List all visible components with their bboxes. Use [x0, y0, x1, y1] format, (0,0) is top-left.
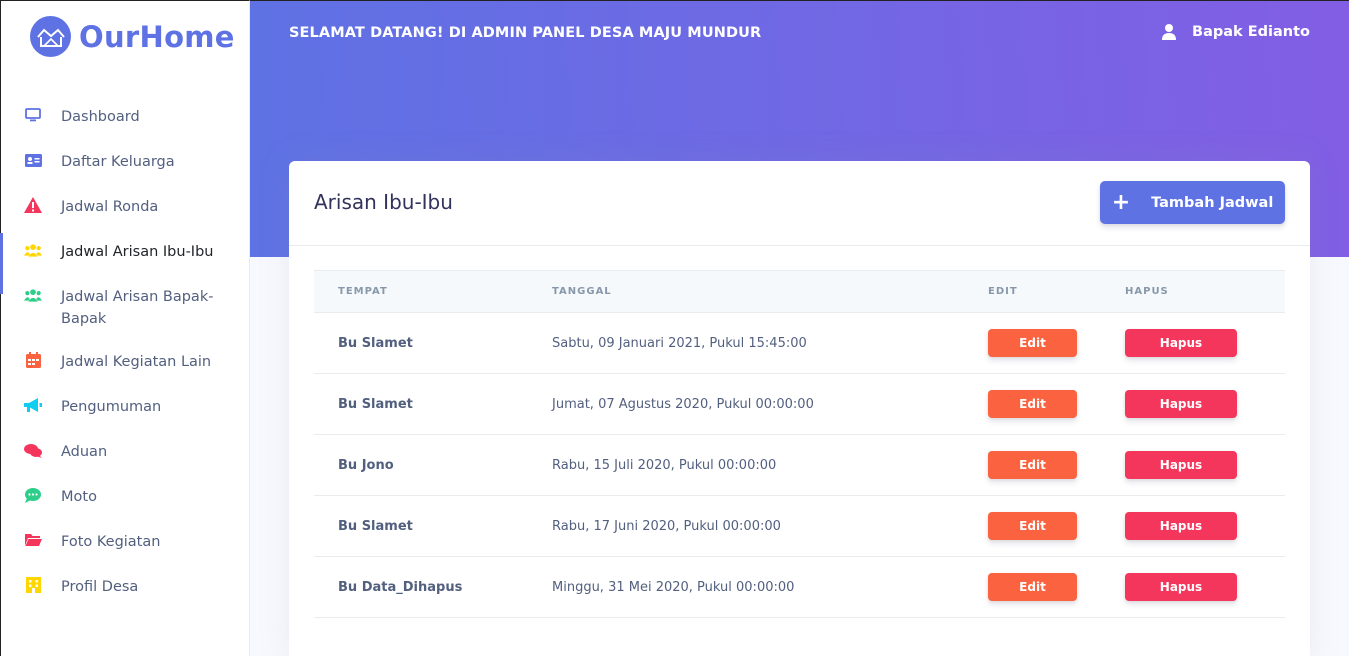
add-schedule-button[interactable]: + Tambah Jadwal	[1100, 181, 1285, 224]
id-card-icon	[24, 151, 42, 169]
users-icon	[24, 286, 42, 304]
user-icon	[1162, 24, 1177, 40]
sidebar: OurHome Dashboard Daftar Keluarga Jadwal…	[0, 0, 250, 656]
sidebar-item-label: Moto	[61, 489, 97, 505]
sidebar-item-label: Jadwal Arisan Bapak-Bapak	[61, 289, 214, 327]
sidebar-item-label: Daftar Keluarga	[61, 154, 175, 170]
sidebar-item-label: Foto Kegiatan	[61, 534, 161, 550]
sidebar-item-dashboard[interactable]: Dashboard	[1, 106, 250, 151]
table-row: Bu Slamet Sabtu, 09 Januari 2021, Pukul …	[314, 312, 1285, 374]
column-header-tanggal: TANGGAL	[552, 270, 988, 313]
users-icon	[24, 241, 42, 259]
monitor-icon	[24, 106, 42, 124]
user-menu[interactable]: Bapak Edianto	[1162, 24, 1310, 40]
cell-place: Bu Data_Dihapus	[314, 556, 552, 618]
cell-place: Bu Slamet	[314, 373, 552, 435]
sidebar-nav: Dashboard Daftar Keluarga Jadwal Ronda J…	[0, 106, 250, 621]
sidebar-item-daftar-keluarga[interactable]: Daftar Keluarga	[1, 151, 250, 196]
sidebar-item-profil-desa[interactable]: Profil Desa	[1, 576, 250, 621]
house-logo-icon	[30, 16, 71, 57]
plus-icon: +	[1111, 189, 1131, 215]
add-schedule-label: Tambah Jadwal	[1151, 194, 1274, 211]
brand-name: OurHome	[79, 19, 235, 54]
sidebar-item-label: Profil Desa	[61, 579, 139, 595]
column-header-tempat: TEMPAT	[314, 270, 552, 313]
cell-date: Rabu, 17 Juni 2020, Pukul 00:00:00	[552, 495, 988, 557]
table-row: Bu Slamet Rabu, 17 Juni 2020, Pukul 00:0…	[314, 495, 1285, 557]
calendar-icon	[24, 351, 42, 369]
table-row: Bu Jono Rabu, 15 Juli 2020, Pukul 00:00:…	[314, 434, 1285, 496]
cell-date: Minggu, 31 Mei 2020, Pukul 00:00:00	[552, 556, 988, 618]
sidebar-item-foto-kegiatan[interactable]: Foto Kegiatan	[1, 531, 250, 576]
delete-button[interactable]: Hapus	[1125, 390, 1237, 418]
sidebar-item-moto[interactable]: Moto	[1, 486, 250, 531]
edit-button[interactable]: Edit	[988, 573, 1077, 601]
column-header-edit: EDIT	[988, 270, 1125, 313]
table-row: Bu Data_Dihapus Minggu, 31 Mei 2020, Puk…	[314, 556, 1285, 618]
sidebar-item-label: Jadwal Arisan Ibu-Ibu	[61, 244, 214, 260]
brand[interactable]: OurHome	[30, 16, 235, 57]
delete-button[interactable]: Hapus	[1125, 329, 1237, 357]
sidebar-item-label: Dashboard	[61, 109, 140, 125]
sidebar-item-label: Aduan	[61, 444, 108, 460]
sidebar-item-label: Pengumuman	[61, 399, 162, 415]
sidebar-item-jadwal-arisan-bapak[interactable]: Jadwal Arisan Bapak-Bapak	[1, 286, 250, 351]
sidebar-item-jadwal-kegiatan-lain[interactable]: Jadwal Kegiatan Lain	[1, 351, 250, 396]
edit-button[interactable]: Edit	[988, 329, 1077, 357]
sidebar-item-aduan[interactable]: Aduan	[1, 441, 250, 486]
sidebar-item-pengumuman[interactable]: Pengumuman	[1, 396, 250, 441]
table-row: Bu Slamet Jumat, 07 Agustus 2020, Pukul …	[314, 373, 1285, 435]
building-icon	[24, 576, 42, 594]
user-name: Bapak Edianto	[1192, 24, 1310, 40]
sidebar-item-label: Jadwal Ronda	[61, 199, 159, 215]
welcome-text: SELAMAT DATANG! DI ADMIN PANEL DESA MAJU…	[289, 25, 762, 41]
sidebar-item-label: Jadwal Kegiatan Lain	[61, 354, 212, 370]
sidebar-item-jadwal-ronda[interactable]: Jadwal Ronda	[1, 196, 250, 241]
folder-icon	[24, 531, 42, 549]
edit-button[interactable]: Edit	[988, 390, 1077, 418]
cell-date: Jumat, 07 Agustus 2020, Pukul 00:00:00	[552, 373, 988, 435]
cell-place: Bu Slamet	[314, 312, 552, 374]
delete-button[interactable]: Hapus	[1125, 451, 1237, 479]
schedule-card: Arisan Ibu-Ibu + Tambah Jadwal TEMPAT TA…	[289, 161, 1310, 656]
page-title: Arisan Ibu-Ibu	[314, 190, 453, 214]
column-header-hapus: HAPUS	[1125, 270, 1285, 313]
edit-button[interactable]: Edit	[988, 451, 1077, 479]
comment-icon	[24, 486, 42, 504]
cell-date: Rabu, 15 Juli 2020, Pukul 00:00:00	[552, 434, 988, 496]
cell-date: Sabtu, 09 Januari 2021, Pukul 15:45:00	[552, 312, 988, 374]
warning-icon	[24, 196, 42, 214]
delete-button[interactable]: Hapus	[1125, 512, 1237, 540]
table-header-row: TEMPAT TANGGAL EDIT HAPUS	[314, 270, 1285, 313]
edit-button[interactable]: Edit	[988, 512, 1077, 540]
sidebar-item-jadwal-arisan-ibu[interactable]: Jadwal Arisan Ibu-Ibu	[0, 233, 250, 294]
schedule-table: TEMPAT TANGGAL EDIT HAPUS Bu Slamet Sabt…	[314, 270, 1285, 618]
cell-place: Bu Jono	[314, 434, 552, 496]
megaphone-icon	[24, 396, 42, 414]
delete-button[interactable]: Hapus	[1125, 573, 1237, 601]
cell-place: Bu Slamet	[314, 495, 552, 557]
card-header: Arisan Ibu-Ibu + Tambah Jadwal	[289, 161, 1310, 246]
chat-icon	[24, 441, 42, 459]
